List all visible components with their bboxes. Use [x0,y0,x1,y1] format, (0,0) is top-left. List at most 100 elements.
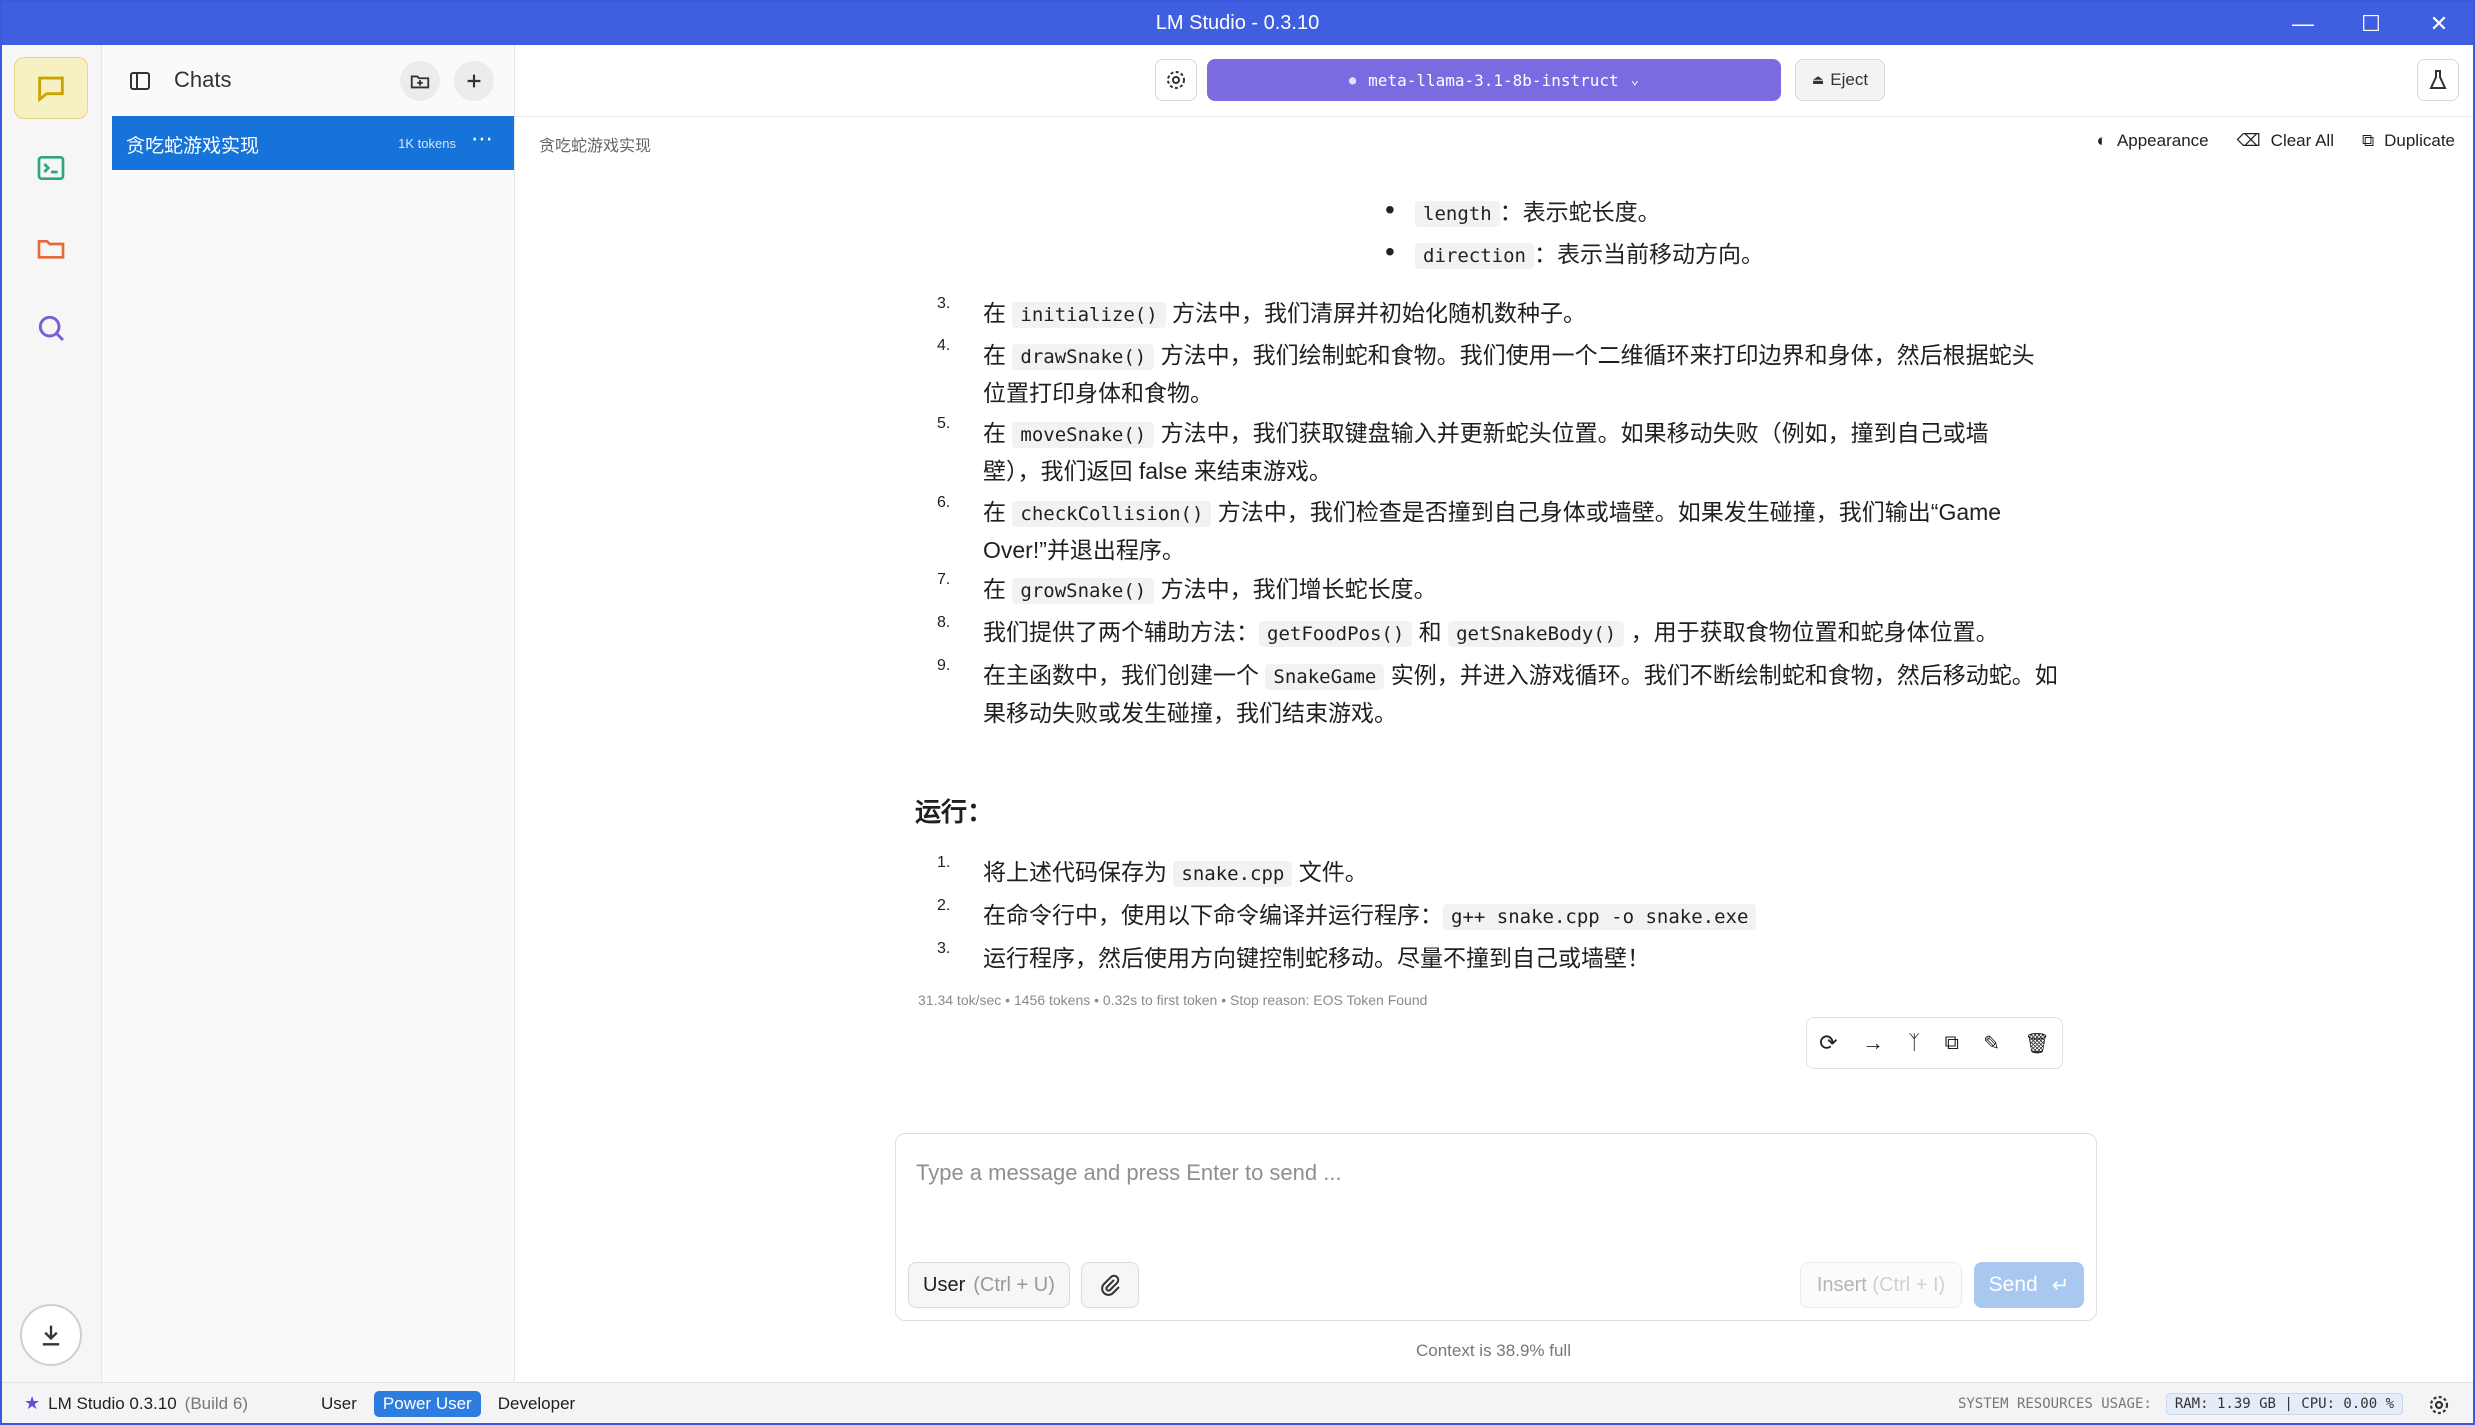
list-number: 7. [937,571,951,588]
gear-icon [1167,71,1185,89]
list-text: 方法中，我们清屏并初始化随机数种子。 [1165,300,1587,326]
inline-code: length [1415,201,1500,227]
send-label: Send [1988,1273,2038,1296]
palette-icon: ◐ [2096,131,2107,150]
system-resources: SYSTEM RESOURCES USAGE: RAM: 1.39 GB | C… [1958,1393,2403,1415]
app-name: LM Studio 0.3.10 [48,1393,177,1413]
clear-all-button[interactable]: ⌫ Clear All [2237,131,2334,151]
eject-button[interactable]: ⏏ Eject [1795,59,1885,101]
maximize-button[interactable]: ☐ [2337,2,2405,45]
chat-nav-button[interactable] [14,57,88,119]
list-item-text: ：表示蛇长度。 [1499,199,1661,225]
list-text: 在 [983,499,1013,525]
list-text: ，用于获取食物位置和蛇身体位置。 [1624,619,1999,645]
new-folder-button[interactable] [400,61,440,101]
list-text: 运行程序，然后使用方向键控制蛇移动。尽量不撞到自己或墙壁！ [983,945,1650,971]
mode-user[interactable]: User [312,1391,366,1417]
model-selector[interactable]: ● meta-llama-3.1-8b-instruct ⌄ [1207,59,1781,101]
inline-code: checkCollision() [1012,501,1212,527]
chat-list-item[interactable]: 贪吃蛇游戏实现 1K tokens ⋯ [112,116,514,170]
chat-icon [38,76,64,103]
more-options-icon[interactable]: ⋯ [471,126,494,152]
app-window: LM Studio - 0.3.10 — ☐ ✕ Chats 贪吃蛇游戏实现 1… [0,0,2475,1425]
list-text: 将上述代码保存为 [983,859,1174,885]
delete-icon[interactable]: 🗑 [2024,1031,2049,1056]
list-text: 在 [983,300,1013,326]
list-text: 我们提供了两个辅助方法： [983,619,1259,645]
inline-code: snake.cpp [1173,861,1293,887]
chat-name: 贪吃蛇游戏实现 [126,136,260,157]
plus-icon [467,74,481,88]
model-name: meta-llama-3.1-8b-instruct [1368,70,1619,90]
settings-button[interactable] [1155,59,1197,101]
inline-code: getSnakeBody() [1448,621,1625,647]
appearance-button[interactable]: ◐ Appearance [2097,131,2209,151]
chat-header: 贪吃蛇游戏实现 ◐ Appearance ⌫ Clear All ⧉ Dupli… [515,117,2473,169]
continue-icon[interactable]: → [1862,1030,1884,1056]
list-number: 6. [937,494,951,511]
sidebar-title: Chats [174,67,232,92]
role-toggle-button[interactable]: User (Ctrl + U) [908,1262,1070,1308]
app-version: ★ LM Studio 0.3.10 (Build 6) [24,1393,248,1414]
context-usage: Context is 38.9% full [1416,1341,1571,1360]
new-chat-button[interactable] [454,61,494,101]
message-composer[interactable]: Type a message and press Enter to send .… [895,1133,2097,1321]
insert-label: Insert [1816,1273,1867,1296]
sidebar-toggle-button[interactable] [122,63,158,99]
developer-nav-button[interactable] [14,137,88,199]
eject-label: Eject [1830,70,1869,89]
terminal-icon [37,156,65,180]
mode-developer[interactable]: Developer [489,1391,585,1417]
send-button[interactable]: Send ↵ [1974,1262,2084,1308]
message-area: length：表示蛇长度。 direction：表示当前移动方向。 3. 在 in… [515,169,2473,1069]
inline-code: getFoodPos() [1259,621,1413,647]
inline-code: initialize() [1012,302,1166,328]
download-icon [42,1325,60,1346]
mode-power-user[interactable]: Power User [373,1391,481,1417]
branch-icon[interactable]: ᛉ [1908,1032,1920,1055]
duplicate-icon: ⧉ [2361,131,2375,150]
build-number: (Build 6) [184,1393,248,1413]
downloads-button[interactable] [20,1304,82,1366]
chat-token-count: 1K tokens [398,136,456,151]
insert-shortcut: (Ctrl + I) [1872,1273,1946,1296]
copy-icon[interactable]: ⧉ [1945,1032,1959,1055]
insert-button[interactable]: Insert (Ctrl + I) [1800,1262,1962,1308]
duplicate-button[interactable]: ⧉ Duplicate [2362,131,2455,151]
window-title: LM Studio - 0.3.10 [1155,12,1320,34]
chat-actions: ◐ Appearance ⌫ Clear All ⧉ Duplicate [2097,131,2455,151]
clear-icon: ⌫ [2236,131,2261,150]
status-bar: ★ LM Studio 0.3.10 (Build 6) User Power … [2,1382,2473,1423]
list-number: 9. [937,657,951,674]
models-nav-button[interactable] [14,217,88,279]
generation-stats: 31.34 tok/sec • 1456 tokens • 0.32s to f… [918,992,1428,1008]
chevron-down-icon: ⌄ [1630,72,1640,88]
list-number: 2. [937,897,951,914]
regenerate-icon[interactable]: ⟳ [1819,1030,1837,1056]
top-bar: ● meta-llama-3.1-8b-instruct ⌄ ⏏ Eject [515,45,2473,117]
minimize-button[interactable]: — [2269,2,2337,45]
edit-icon[interactable]: ✎ [1983,1031,2000,1056]
list-text: 方法中，我们增长蛇长度。 [1154,576,1437,602]
gear-icon [2429,1395,2449,1415]
app-settings-button[interactable] [2427,1393,2451,1422]
list-number: 4. [937,337,951,354]
list-number: 1. [937,854,951,871]
new-folder-icon [410,75,430,89]
appearance-label: Appearance [2116,131,2209,150]
resource-readout[interactable]: RAM: 1.39 GB | CPU: 0.00 % [2165,1393,2403,1415]
search-nav-button[interactable] [14,297,88,359]
attach-button[interactable] [1081,1262,1139,1308]
close-button[interactable]: ✕ [2405,2,2473,45]
search-icon [38,315,65,342]
window-controls: — ☐ ✕ [2269,2,2473,45]
message-input[interactable]: Type a message and press Enter to send .… [916,1160,1342,1186]
ram-usage: RAM: 1.39 GB [2174,1396,2276,1412]
list-text: 在 [983,342,1013,368]
role-label: User [923,1273,966,1296]
nav-rail [2,45,102,1382]
experimental-button[interactable] [2417,59,2459,101]
breadcrumb: 贪吃蛇游戏实现 [539,138,652,155]
title-bar: LM Studio - 0.3.10 — ☐ ✕ [2,2,2473,45]
chats-sidebar: Chats 贪吃蛇游戏实现 1K tokens ⋯ [102,45,515,1382]
